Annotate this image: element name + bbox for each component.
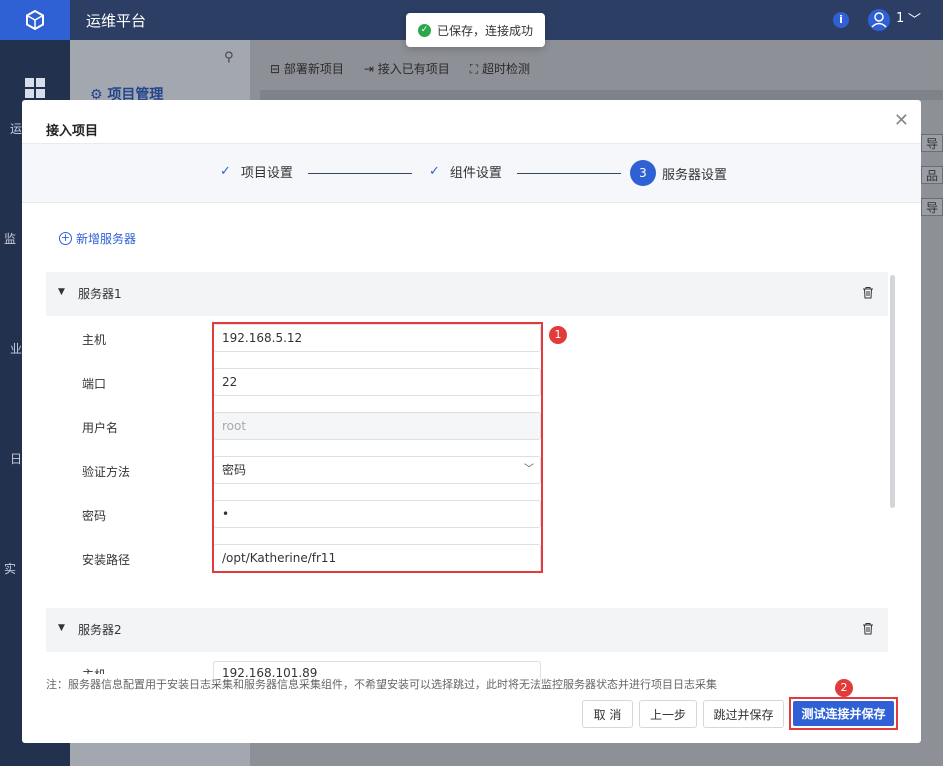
skip-save-button[interactable]: 跳过并保存 xyxy=(703,700,784,728)
step-number: 3 xyxy=(630,160,656,186)
check-icon: ✓ xyxy=(429,164,440,179)
caret-down-icon[interactable]: ▼ xyxy=(58,623,65,633)
server-name: 服务器2 xyxy=(78,623,122,637)
trash-icon[interactable] xyxy=(862,622,874,635)
password-input[interactable]: • xyxy=(213,500,541,528)
user-name[interactable]: 1 xyxy=(896,11,904,26)
timeout-check-button[interactable]: ⛶ 超时检测 xyxy=(470,60,530,77)
step-connector xyxy=(308,173,412,174)
step-connector xyxy=(517,173,621,174)
deploy-button[interactable]: ⊟ 部署新项目 xyxy=(270,60,344,77)
auth-method-label: 验证方法 xyxy=(82,465,131,479)
chevron-down-icon: ﹀ xyxy=(524,464,534,475)
username-label: 用户名 xyxy=(82,421,119,435)
step-label: 服务器设置 xyxy=(662,167,728,183)
pin-icon[interactable]: ⚲ xyxy=(224,50,234,65)
sidebar-item-monitor[interactable]: 监 xyxy=(4,230,16,247)
username-input: root xyxy=(213,412,541,440)
step-label: 项目设置 xyxy=(240,166,293,181)
import-project-dialog: 接入项目 ✕ ✓ 项目设置 ✓ 组件设置 3 服务器设置 + 新增服务器 ▼ 服… xyxy=(22,100,921,743)
install-path-label: 安装路径 xyxy=(82,553,131,567)
table-header-strip xyxy=(260,90,943,100)
sidebar-item-business[interactable]: 业 xyxy=(10,340,22,357)
chevron-down-icon[interactable]: ﹀ xyxy=(908,9,921,28)
annotation-box-2: 测试连接并保存 xyxy=(789,697,898,730)
step-label: 组件设置 xyxy=(449,166,502,181)
step-project-settings[interactable]: ✓ 项目设置 xyxy=(220,162,293,181)
deploy-label: 部署新项目 xyxy=(283,62,344,76)
sidebar-item-log[interactable]: 日 xyxy=(10,450,22,467)
host-label: 主机 xyxy=(82,666,106,674)
note-text: 注：服务器信息配置用于安装日志采集和服务器信息采集组件，不希望安装可以选择跳过，… xyxy=(46,678,717,691)
auth-method-value: 密码 xyxy=(222,463,247,477)
right-edge-button-2[interactable]: 品 xyxy=(921,166,943,184)
host-input[interactable]: 192.168.5.12 xyxy=(213,324,541,352)
scrollbar[interactable] xyxy=(890,275,895,508)
sidebar-item-realtime[interactable]: 实 xyxy=(4,560,16,577)
import-label: 接入已有项目 xyxy=(377,62,450,76)
right-edge-button-3[interactable]: 导 xyxy=(921,198,943,216)
server-name: 服务器1 xyxy=(78,287,122,301)
step-component-settings[interactable]: ✓ 组件设置 xyxy=(429,162,502,181)
info-icon[interactable]: i xyxy=(833,12,849,28)
sidebar-item-ops[interactable]: 运 xyxy=(10,120,22,137)
annotation-badge-2: 2 xyxy=(835,679,853,697)
trash-icon[interactable] xyxy=(862,286,874,299)
sidebar-grid-icon[interactable] xyxy=(25,78,45,98)
check-circle-icon: ✓ xyxy=(418,23,431,37)
server-panel-header[interactable]: ▼ 服务器2 xyxy=(46,608,888,652)
annotation-badge-1: 1 xyxy=(549,326,567,344)
server-panel-header[interactable]: ▼ 服务器1 xyxy=(46,272,888,316)
close-icon[interactable]: ✕ xyxy=(894,110,909,131)
steps-bar: ✓ 项目设置 ✓ 组件设置 3 服务器设置 xyxy=(22,143,921,203)
success-toast: ✓ 已保存，连接成功 xyxy=(406,13,546,47)
password-label: 密码 xyxy=(82,509,107,523)
add-server-label: 新增服务器 xyxy=(76,232,137,246)
toolbar: ⊟ 部署新项目 ⇥ 接入已有项目 ⛶ 超时检测 xyxy=(270,60,530,77)
port-input[interactable]: 22 xyxy=(213,368,541,396)
user-avatar-icon[interactable] xyxy=(868,9,890,31)
test-connect-save-button[interactable]: 测试连接并保存 xyxy=(793,701,894,726)
plus-circle-icon: + xyxy=(59,231,72,245)
app-title: 运维平台 xyxy=(86,12,147,30)
host-label: 主机 xyxy=(82,333,107,347)
auth-method-select[interactable]: 密码 ﹀ xyxy=(213,456,541,484)
timeout-label: 超时检测 xyxy=(482,62,531,76)
caret-down-icon[interactable]: ▼ xyxy=(58,287,65,297)
port-label: 端口 xyxy=(82,377,107,391)
check-icon: ✓ xyxy=(220,164,231,179)
prev-button[interactable]: 上一步 xyxy=(639,700,697,728)
add-server-button[interactable]: + 新增服务器 xyxy=(59,230,136,247)
right-edge-button-1[interactable]: 导 xyxy=(921,134,943,152)
install-path-input[interactable]: /opt/Katherine/fr11 xyxy=(213,544,541,572)
dialog-title: 接入项目 xyxy=(46,124,99,139)
import-button[interactable]: ⇥ 接入已有项目 xyxy=(364,60,450,77)
step-server-settings[interactable]: 3 服务器设置 xyxy=(630,160,727,186)
toast-message: 已保存，连接成功 xyxy=(437,23,534,38)
cancel-button[interactable]: 取 消 xyxy=(582,700,633,728)
annotation-box-1 xyxy=(212,322,543,573)
logo-icon xyxy=(0,0,70,40)
